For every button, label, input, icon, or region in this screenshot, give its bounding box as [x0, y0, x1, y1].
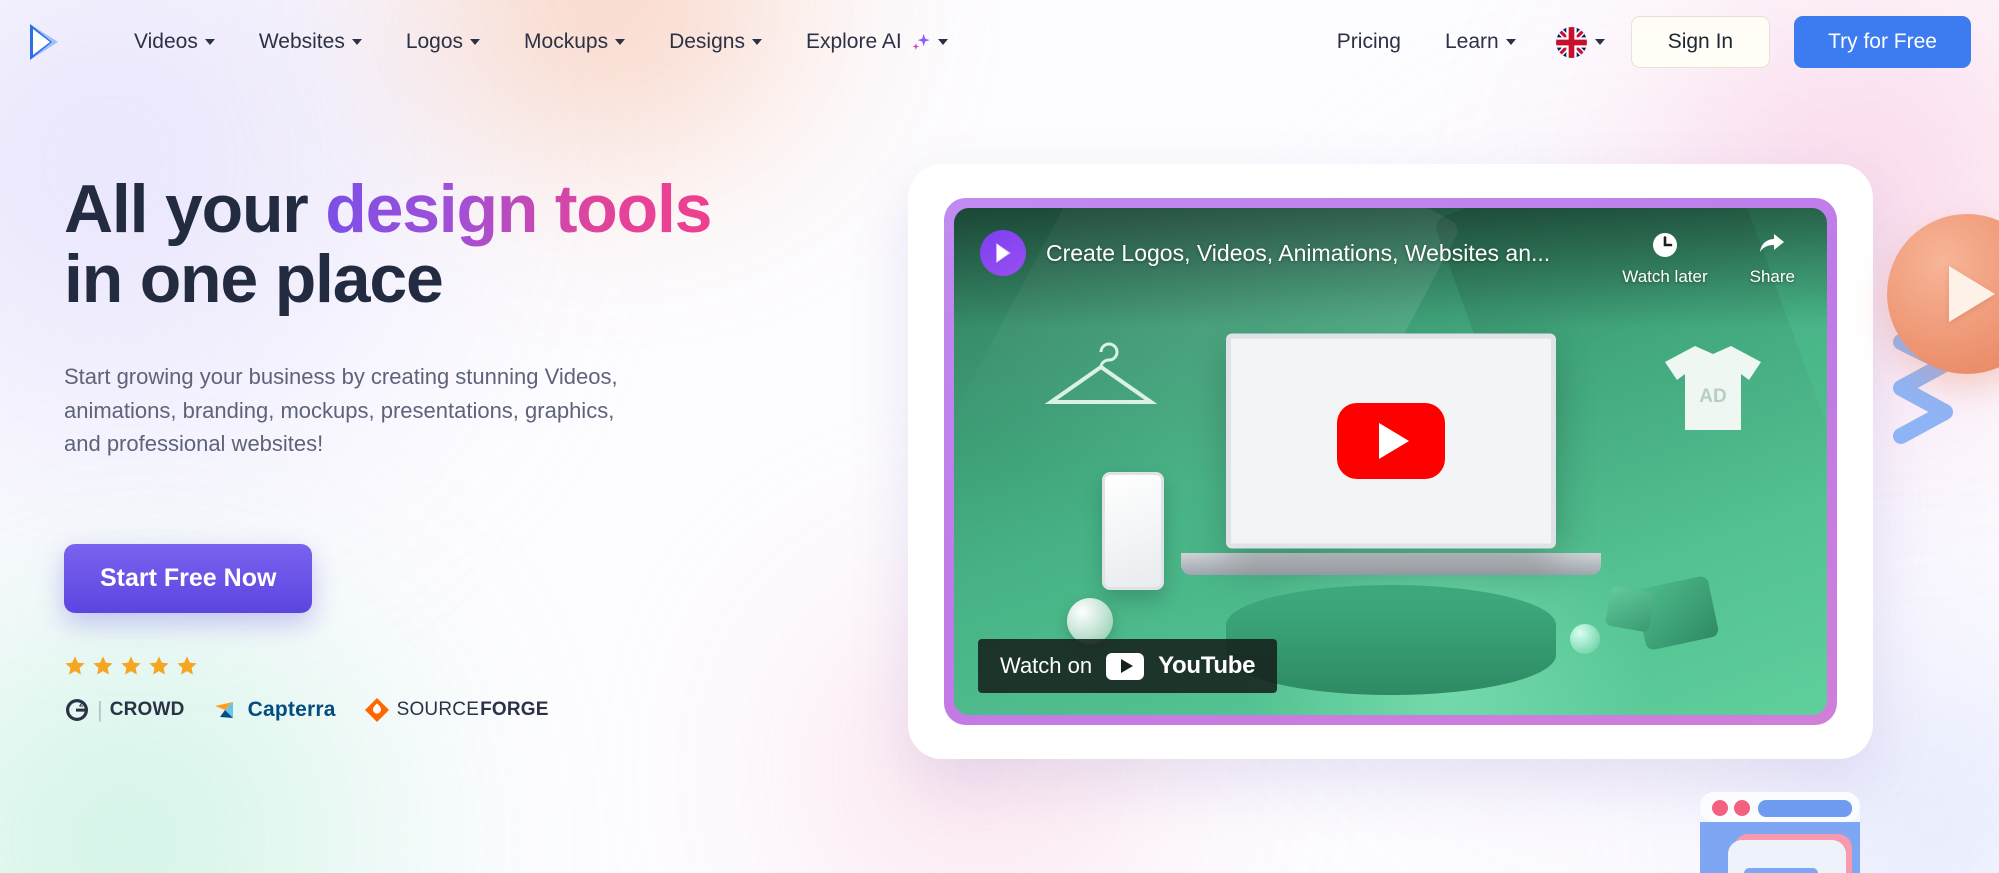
small-ball-prop: [1570, 624, 1601, 655]
trust-badges: 2 | CROWD Capterra SOURCE FORGE: [64, 697, 900, 723]
badge-capterra: Capterra: [213, 698, 336, 722]
share-label: Share: [1749, 267, 1795, 286]
star-icon: [177, 656, 197, 675]
star-icon: [65, 656, 85, 675]
hero-section: All your design tools in one place Start…: [0, 84, 1999, 873]
video-card: AD Create Logos, Videos, Animations, Web…: [908, 164, 1873, 759]
nav-label: Videos: [134, 30, 198, 53]
language-selector[interactable]: English (UK): [1538, 26, 1619, 58]
youtube-play-triangle: [1120, 659, 1133, 673]
watch-later-button[interactable]: Watch later: [1622, 230, 1708, 287]
badge-label-light: SOURCE: [396, 699, 480, 721]
nav-item-mockups[interactable]: Mockups: [502, 20, 647, 64]
site-header: Videos Websites Logos Mockups Designs Ex…: [0, 0, 1999, 84]
badge-label: CROWD: [109, 699, 185, 721]
nav-item-logos[interactable]: Logos: [384, 20, 502, 64]
nav-item-pricing[interactable]: Pricing: [1315, 20, 1423, 64]
phone-mockup-prop: [1102, 471, 1165, 590]
badge-g2-crowd: 2 | CROWD: [64, 697, 185, 723]
rating-stars: [64, 655, 900, 677]
nav-label: Explore AI: [805, 30, 902, 53]
chevron-down-icon: [937, 39, 948, 45]
chevron-down-icon: [615, 39, 626, 45]
watch-on-youtube-button[interactable]: Watch on YouTube: [978, 639, 1278, 693]
channel-avatar[interactable]: [980, 230, 1026, 276]
glass-ball-prop: [1067, 598, 1114, 645]
chevron-down-icon: [751, 39, 762, 45]
play-triangle-icon: [1378, 423, 1409, 460]
hero-content: All your design tools in one place Start…: [0, 84, 900, 723]
youtube-label: YouTube: [1158, 652, 1256, 679]
sign-in-button[interactable]: Sign In: [1630, 16, 1771, 68]
sourceforge-icon: [364, 698, 389, 723]
svg-text:AD: AD: [1699, 386, 1726, 407]
chevron-down-icon: [351, 39, 362, 45]
page-title: All your design tools in one place: [64, 174, 900, 314]
share-button[interactable]: Share: [1750, 230, 1795, 287]
cube-prop-small: [1605, 585, 1656, 633]
nav-item-websites[interactable]: Websites: [237, 20, 384, 64]
play-triangle-icon: [1949, 266, 1995, 322]
hanger-prop-icon: [1044, 342, 1158, 404]
play-logo-icon[interactable]: [22, 20, 66, 64]
nav-label: Mockups: [524, 30, 609, 53]
nav-item-learn[interactable]: Learn: [1423, 20, 1538, 64]
badge-sourceforge: SOURCE FORGE: [364, 697, 549, 723]
headline-part-plain: All your: [64, 171, 326, 247]
secondary-navigation: Pricing Learn English (UK) Sign In Try f…: [1315, 16, 1971, 68]
video-title[interactable]: Create Logos, Videos, Animations, Websit…: [1046, 230, 1550, 276]
sparkle-icon: [912, 33, 930, 50]
clock-icon: [1652, 233, 1677, 257]
capterra-icon: [214, 702, 233, 719]
g2-icon: 2: [66, 699, 88, 722]
video-frame-border: AD Create Logos, Videos, Animations, Web…: [944, 198, 1837, 725]
chevron-down-icon: [1505, 39, 1516, 45]
svg-text:2: 2: [79, 700, 84, 709]
star-icon: [149, 656, 169, 675]
primary-navigation: Videos Websites Logos Mockups Designs Ex…: [112, 20, 970, 64]
nav-item-designs[interactable]: Designs: [647, 20, 784, 64]
headline-line-two: in one place: [64, 241, 444, 318]
play-button[interactable]: [1336, 403, 1445, 480]
try-for-free-button[interactable]: Try for Free: [1794, 16, 1971, 68]
nav-item-explore-ai[interactable]: Explore AI: [784, 20, 970, 64]
share-arrow-icon: [1760, 234, 1785, 252]
chevron-down-icon: [204, 39, 215, 45]
star-icon: [93, 656, 113, 675]
browser-illustration: [1700, 792, 1860, 873]
watch-on-label: Watch on: [1000, 653, 1093, 678]
nav-label: Designs: [669, 30, 745, 53]
nav-label: Websites: [258, 30, 345, 53]
video-top-bar: Create Logos, Videos, Animations, Websit…: [954, 208, 1827, 328]
chevron-down-icon: [470, 39, 481, 45]
tshirt-prop-icon: AD: [1664, 345, 1761, 430]
star-icon: [121, 656, 141, 675]
uk-flag-icon: [1555, 26, 1587, 58]
chevron-down-icon: [1594, 39, 1605, 45]
badge-label: Capterra: [247, 698, 336, 722]
play-logo-icon: [996, 243, 1011, 263]
headline-part-gradient: design tools: [325, 171, 712, 247]
nav-label: Logos: [405, 30, 464, 53]
hero-media: AD Create Logos, Videos, Animations, Web…: [900, 84, 1999, 873]
video-actions: Watch later Share: [1622, 230, 1801, 287]
nav-label: Pricing: [1336, 30, 1401, 53]
nav-item-videos[interactable]: Videos: [112, 20, 237, 64]
youtube-logo-icon: [1106, 652, 1145, 680]
nav-label: Learn: [1444, 30, 1499, 53]
hero-subtext: Start growing your business by creating …: [64, 364, 618, 456]
watch-later-label: Watch later: [1622, 267, 1708, 286]
laptop-base-prop: [1180, 553, 1601, 576]
video-player[interactable]: AD Create Logos, Videos, Animations, Web…: [954, 208, 1827, 715]
start-free-now-button[interactable]: Start Free Now: [64, 544, 313, 614]
badge-label-bold: FORGE: [480, 699, 549, 721]
